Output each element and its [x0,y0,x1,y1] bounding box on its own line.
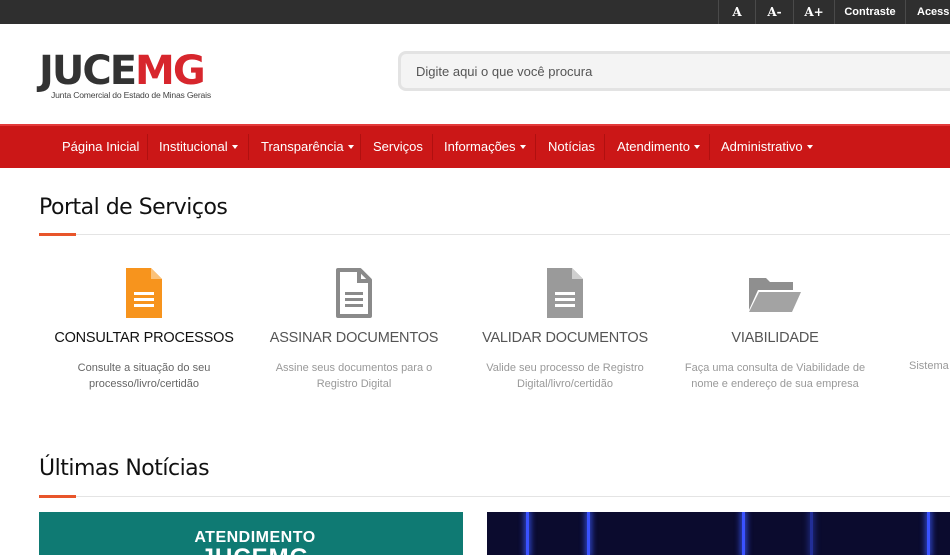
services-section-title: Portal de Serviços [39,195,228,220]
service-card-title: ASSINAR DOCUMENTOS [269,330,439,346]
nav-item-servicos[interactable]: Serviços [373,126,423,168]
search-input[interactable] [401,54,950,88]
nav-item-label: Administrativo [721,139,803,154]
accessibility-button[interactable]: Acessib [906,0,950,24]
logo-juce: JUCE [39,48,137,94]
divider [709,134,710,160]
folder-open-icon [680,268,870,320]
service-card-description: Sistema [909,360,949,372]
divider [39,234,950,235]
news-section-title: Últimas Notícias [39,456,210,481]
caret-down-icon [694,144,700,149]
nav-item-administrativo[interactable]: Administrativo [721,126,813,168]
divider [604,134,605,160]
search-box [398,51,950,91]
nav-item-noticias[interactable]: Notícias [548,126,595,168]
title-accent-bar [39,233,76,236]
nav-item-pagina-inicial[interactable]: Página Inicial [62,126,139,168]
nav-item-transparencia[interactable]: Transparência [261,126,354,168]
news-thumbnail-image [810,512,813,555]
news-thumbnail-image [742,512,745,555]
jucemg-logo[interactable]: JUCEMG Junta Comercial do Estado de Mina… [39,47,211,103]
logo-wordmark: JUCEMG [39,47,206,95]
service-card-title: VIABILIDADE [731,330,819,346]
nav-item-informacoes[interactable]: Informações [444,126,526,168]
title-accent-bar [39,495,76,498]
caret-down-icon [347,144,354,149]
news-thumbnail-image [587,512,590,555]
divider [39,496,950,497]
document-outline-icon [259,268,449,320]
nav-item-label: Serviços [373,139,423,154]
divider [248,134,249,160]
service-card-description: Faça uma consulta de Viabilidade de nome… [684,362,866,390]
nav-item-atendimento[interactable]: Atendimento [617,126,700,168]
news-thumbnail-text: JUCEMG [39,546,463,555]
logo-subtitle: Junta Comercial do Estado de Minas Gerai… [51,90,211,100]
service-card-description: Valide seu processo de Registro Digital/… [486,362,644,390]
caret-down-icon [519,144,526,149]
nav-item-label: Atendimento [617,139,690,154]
font-normal-button[interactable]: A [719,0,755,24]
news-thumbnail-image [526,512,529,555]
divider [535,134,536,160]
news-item-1[interactable]: ATENDIMENTO JUCEMG [39,512,463,555]
service-card-title: VALIDAR DOCUMENTOS [482,330,648,346]
divider [147,134,148,160]
logo-mg: MG [135,48,206,94]
service-card-partial[interactable]: Sistema [909,360,950,380]
news-item-2[interactable] [487,512,950,555]
caret-down-icon [231,144,238,149]
document-icon [470,268,660,320]
contrast-button[interactable]: Contraste [835,0,905,24]
nav-item-label: Institucional [159,139,228,154]
divider [432,134,433,160]
accessibility-bar: A A- A+ Contraste Acessib [0,0,950,24]
nav-item-label: Transparência [261,139,344,154]
document-icon [49,268,239,320]
caret-down-icon [806,144,813,149]
divider [360,134,361,160]
service-card-title: CONSULTAR PROCESSOS [54,330,234,346]
service-card-description: Assine seus documentos para o Registro D… [275,362,433,390]
font-increase-button[interactable]: A+ [794,0,834,24]
nav-item-label: Informações [444,139,516,154]
nav-item-label: Página Inicial [62,139,140,154]
news-thumbnail-image [927,512,930,555]
main-nav: Página Inicial Institucional Transparênc… [0,124,950,168]
service-card-description: Consulte a situação do seu processo/livr… [77,362,211,390]
font-decrease-button[interactable]: A- [756,0,793,24]
nav-item-institucional[interactable]: Institucional [159,126,238,168]
nav-item-label: Notícias [548,139,595,154]
